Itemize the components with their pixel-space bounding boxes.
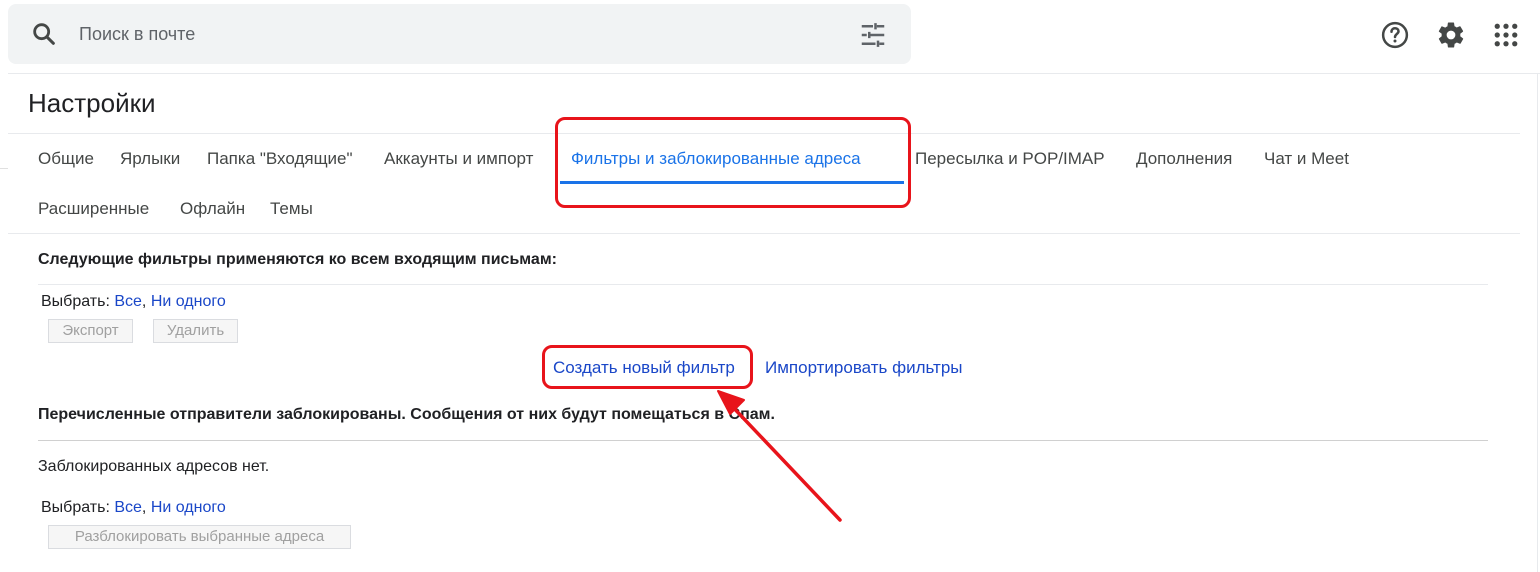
tab-forwarding-pop-imap[interactable]: Пересылка и POP/IMAP [915, 149, 1105, 169]
select-all-link[interactable]: Все [114, 293, 142, 310]
gear-icon[interactable] [1436, 20, 1466, 50]
separator: , [141, 499, 151, 516]
filters-select-row: Выбрать: Все, Ни одного [41, 293, 226, 311]
tab-labels[interactable]: Ярлыки [120, 149, 180, 169]
tab-themes[interactable]: Темы [270, 199, 313, 219]
tabs-divider [8, 233, 1520, 234]
tab-addons[interactable]: Дополнения [1136, 149, 1232, 169]
help-icon[interactable] [1380, 20, 1410, 50]
filters-heading: Следующие фильтры применяются ко всем вх… [38, 251, 557, 268]
unblock-selected-button[interactable]: Разблокировать выбранные адреса [48, 525, 351, 549]
blocked-select-row: Выбрать: Все, Ни одного [41, 499, 226, 517]
tab-offline[interactable]: Офлайн [180, 199, 245, 219]
select-none-link[interactable]: Ни одного [151, 293, 226, 310]
select-all-link[interactable]: Все [114, 499, 142, 516]
export-button[interactable]: Экспорт [48, 319, 133, 343]
tab-inbox[interactable]: Папка "Входящие" [207, 149, 353, 169]
separator: , [141, 293, 151, 310]
tab-accounts-import[interactable]: Аккаунты и импорт [384, 149, 533, 169]
top-divider [8, 73, 1540, 74]
select-none-link[interactable]: Ни одного [151, 499, 226, 516]
select-label: Выбрать: [41, 293, 110, 310]
tab-chat-meet[interactable]: Чат и Meet [1264, 149, 1349, 169]
tab-general[interactable]: Общие [38, 149, 94, 169]
tab-advanced[interactable]: Расширенные [38, 199, 149, 219]
filters-divider [38, 284, 1488, 285]
blocked-heading: Перечисленные отправители заблокированы.… [38, 406, 775, 423]
apps-grid-icon[interactable] [1491, 20, 1521, 50]
select-label: Выбрать: [41, 499, 110, 516]
search-bar[interactable]: Поиск в почте [8, 4, 911, 64]
no-blocked-text: Заблокированных адресов нет. [38, 458, 270, 475]
panel-edge-left [0, 168, 8, 169]
panel-edge [1537, 73, 1538, 572]
delete-button[interactable]: Удалить [153, 319, 238, 343]
tune-icon[interactable] [858, 20, 888, 50]
search-input[interactable]: Поиск в почте [79, 24, 195, 45]
page-title: Настройки [28, 88, 156, 118]
annotation-arrow-icon [717, 390, 842, 522]
search-icon[interactable] [30, 20, 58, 48]
highlight-box-active-tab [555, 117, 911, 208]
